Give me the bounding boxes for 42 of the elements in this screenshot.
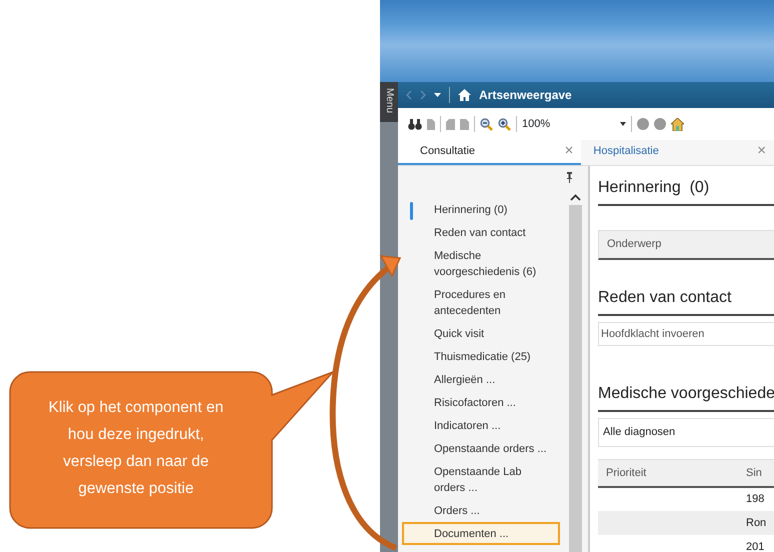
menu-tab[interactable]: Menu: [380, 82, 398, 122]
binoculars-icon[interactable]: [408, 118, 422, 130]
column-header: Onderwerp: [598, 230, 774, 260]
caret-icon[interactable]: [620, 122, 626, 126]
sidebar-item[interactable]: Allergieën ...: [402, 368, 560, 391]
home-icon[interactable]: [458, 89, 471, 101]
table-cell: 201: [738, 535, 774, 552]
sidebar-item[interactable]: Herinnering (0): [402, 198, 560, 221]
sidebar-item[interactable]: Indicatoren ...: [402, 414, 560, 437]
tab[interactable]: Hospitalisatie ×: [581, 140, 774, 165]
sidebar-item[interactable]: Thuismedicatie (25): [402, 345, 560, 368]
scrollbar-thumb[interactable]: [568, 205, 582, 552]
sidebar-item[interactable]: Quick visit: [402, 322, 560, 345]
zoom-out-icon[interactable]: [480, 118, 493, 130]
home-icon[interactable]: [671, 118, 684, 130]
diagnosis-filter[interactable]: Alle diagnosen: [598, 418, 774, 446]
section-heading: Herinnering (0): [598, 176, 774, 206]
column-header: Prioriteit: [598, 459, 738, 487]
callout-text: Klik op het component en hou deze ingedrukt, versleep dan naar de gewenste positie: [48, 398, 224, 499]
sidebar-item[interactable]: Procedures en antecedenten: [402, 283, 560, 322]
section-heading: Medische voorgeschiede: [598, 382, 774, 412]
scroll-up-icon[interactable]: [570, 194, 580, 201]
complaint-input[interactable]: Hoofdklacht invoeren: [598, 322, 774, 346]
circle-icon[interactable]: [654, 118, 666, 130]
sidebar-item[interactable]: Orders ...: [402, 499, 560, 522]
close-icon[interactable]: ×: [564, 140, 574, 163]
window-title: Artsenweergave: [479, 87, 572, 104]
sidebar-item[interactable]: Medische voorgeschiedenis (6): [402, 244, 560, 283]
sidebar-item[interactable]: Openstaande Lab orders ...: [402, 460, 560, 499]
sidebar-item[interactable]: Openstaande orders ...: [402, 437, 560, 460]
section-heading: Reden van contact: [598, 286, 774, 316]
pin-icon[interactable]: [567, 172, 572, 183]
column-header: Sin: [738, 459, 774, 487]
table-cell: 198: [738, 487, 774, 511]
circle-icon[interactable]: [637, 118, 649, 130]
caret-icon[interactable]: [434, 93, 441, 97]
zoom-dropdown[interactable]: 100%: [522, 116, 626, 132]
sidebar-item[interactable]: Risicofactoren ...: [402, 391, 560, 414]
sidebar-item[interactable]: Reden van contact: [402, 221, 560, 244]
table-cell: Ron: [738, 511, 774, 535]
sidebar-item[interactable]: Documenten ...: [402, 522, 560, 545]
zoom-in-icon[interactable]: [498, 118, 511, 130]
